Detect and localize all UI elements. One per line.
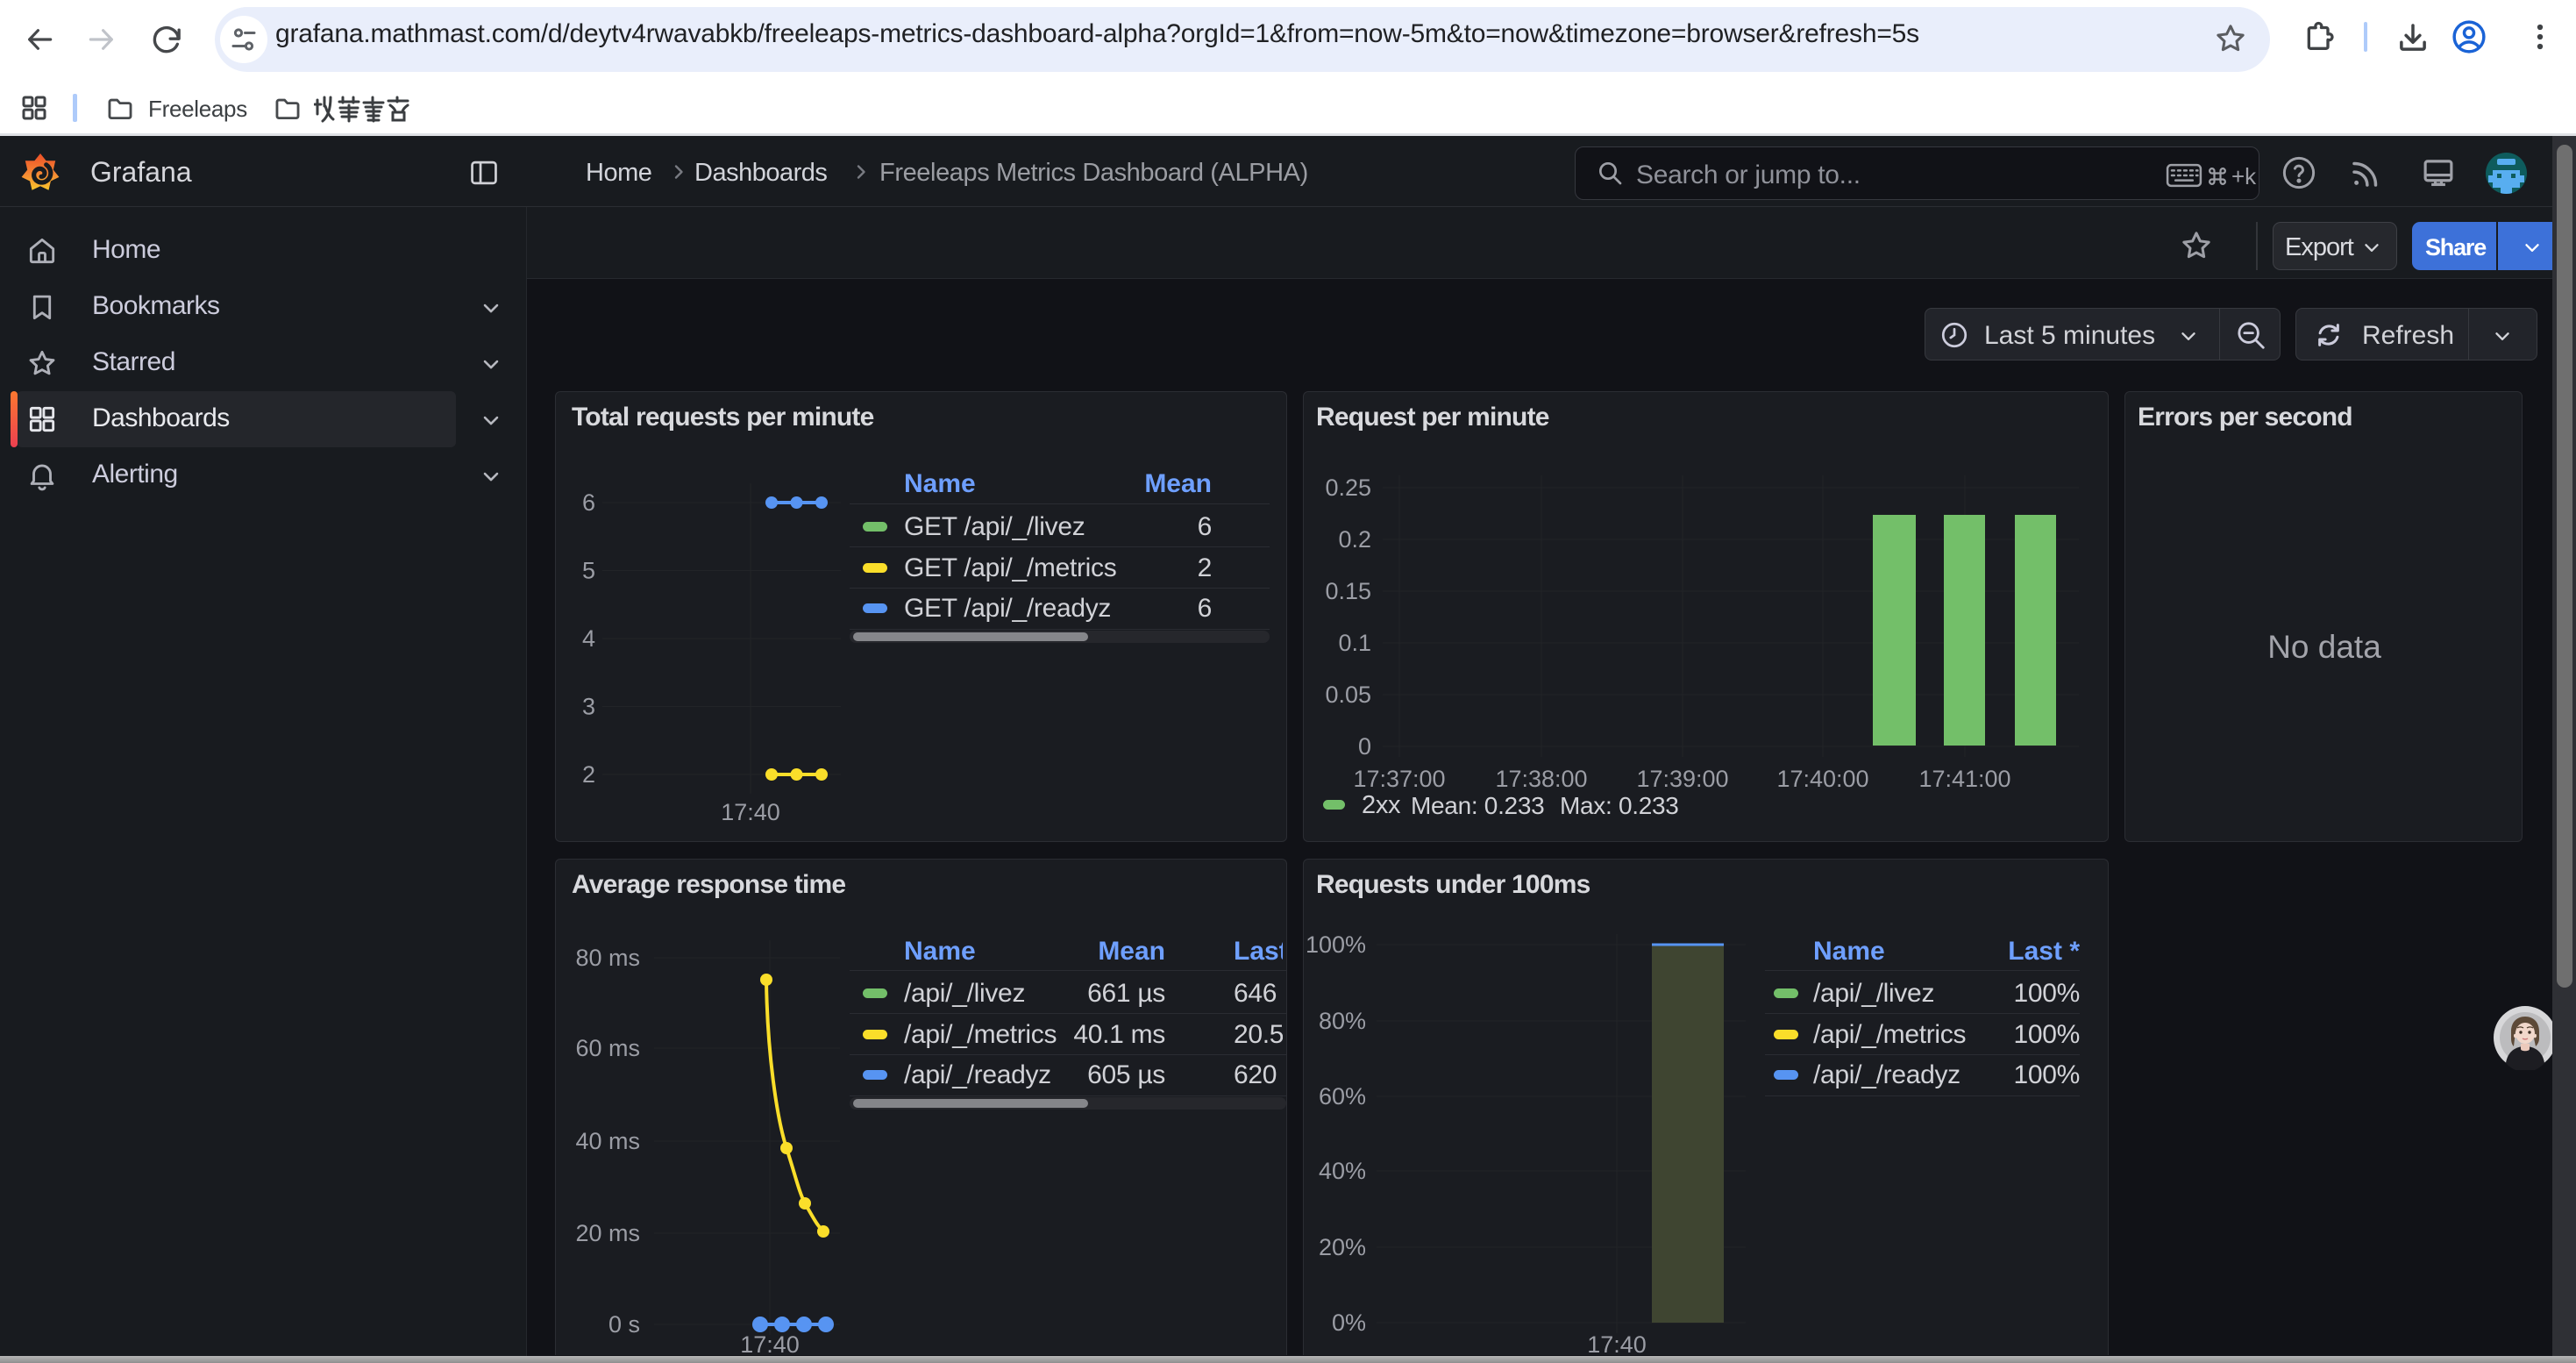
- svg-text:0.15: 0.15: [1325, 578, 1371, 604]
- svg-text:4: 4: [582, 625, 595, 652]
- svg-text:17:41:00: 17:41:00: [1918, 766, 2010, 792]
- svg-text:17:40: 17:40: [721, 799, 780, 825]
- svg-text:0: 0: [1358, 733, 1371, 760]
- svg-text:6: 6: [582, 489, 595, 516]
- svg-text:80 ms: 80 ms: [575, 945, 640, 971]
- svg-text:0 s: 0 s: [608, 1311, 640, 1338]
- svg-text:40 ms: 40 ms: [575, 1128, 640, 1154]
- svg-text:0.1: 0.1: [1338, 630, 1371, 656]
- svg-text:17:39:00: 17:39:00: [1636, 766, 1728, 792]
- svg-text:20%: 20%: [1319, 1234, 1366, 1260]
- svg-text:0.05: 0.05: [1325, 682, 1371, 708]
- svg-text:20 ms: 20 ms: [575, 1220, 640, 1246]
- svg-text:5: 5: [582, 558, 595, 584]
- svg-text:80%: 80%: [1319, 1008, 1366, 1034]
- svg-text:60%: 60%: [1319, 1083, 1366, 1110]
- svg-text:0.2: 0.2: [1338, 526, 1371, 553]
- svg-text:17:40: 17:40: [1587, 1331, 1647, 1354]
- svg-text:17:40: 17:40: [740, 1331, 800, 1354]
- svg-text:0.25: 0.25: [1325, 475, 1371, 501]
- svg-text:100%: 100%: [1306, 931, 1366, 958]
- svg-text:17:38:00: 17:38:00: [1495, 766, 1587, 792]
- svg-text:3: 3: [582, 694, 595, 720]
- svg-text:40%: 40%: [1319, 1158, 1366, 1184]
- svg-text:17:37:00: 17:37:00: [1353, 766, 1445, 792]
- svg-text:60 ms: 60 ms: [575, 1035, 640, 1061]
- svg-text:17:40:00: 17:40:00: [1776, 766, 1868, 792]
- svg-text:2: 2: [582, 761, 595, 788]
- svg-text:0%: 0%: [1332, 1309, 1366, 1336]
